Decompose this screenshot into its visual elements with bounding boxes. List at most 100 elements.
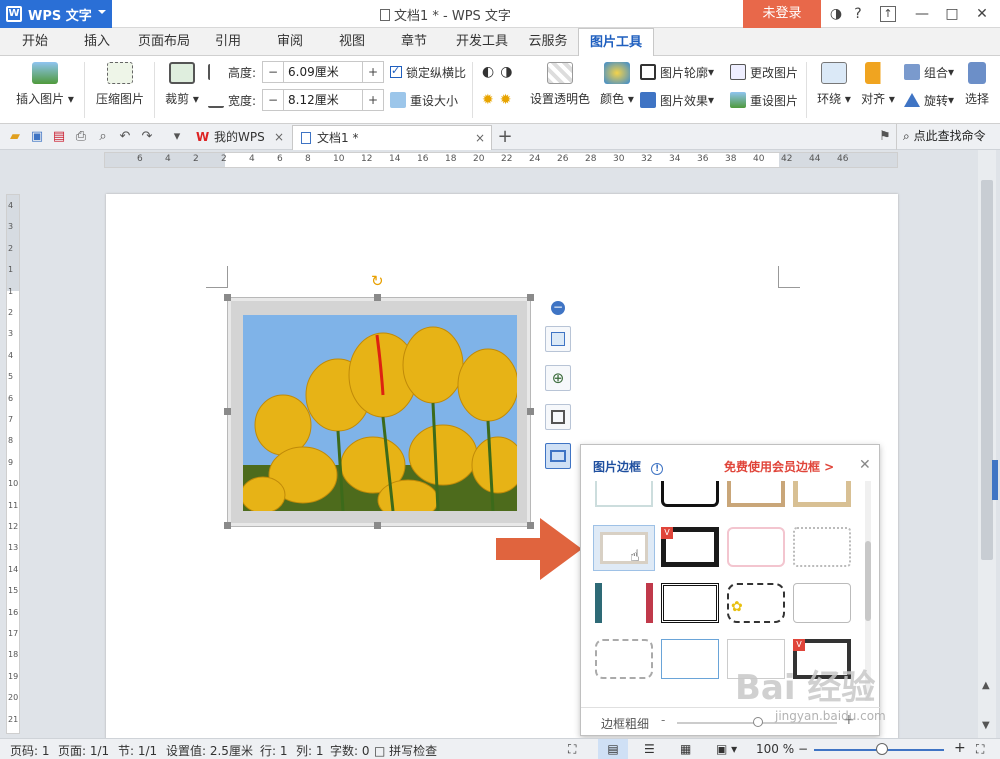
crop-button[interactable]: 裁剪 ▾ — [162, 62, 202, 107]
tab-cloud[interactable]: 云服务 — [524, 28, 572, 56]
tab-page-layout[interactable]: 页面布局 — [132, 28, 196, 56]
print-icon[interactable]: ⎙ — [72, 128, 90, 146]
login-button[interactable]: 未登录 — [743, 0, 821, 28]
help-button[interactable]: ? — [848, 4, 868, 24]
rotate-button[interactable]: 旋转 ▾ — [904, 90, 954, 110]
border-option[interactable] — [595, 481, 653, 507]
redo-icon[interactable]: ↷ — [138, 128, 156, 146]
border-option[interactable] — [661, 583, 719, 623]
scroll-up-icon[interactable]: ▲ — [982, 680, 990, 691]
zoom-slider-thumb[interactable] — [876, 743, 888, 755]
close-tab-icon[interactable]: × — [475, 126, 485, 150]
horizontal-ruler[interactable]: 6 4 2 2 4 6 8 10 12 14 16 18 20 22 24 26 28 30 32 34 36 38 40 4… — [104, 152, 898, 168]
brightness-decrease-icon[interactable]: ✹ — [500, 92, 512, 108]
outline-view-icon[interactable]: ☰ — [644, 742, 655, 756]
group-button[interactable]: 组合 ▾ — [904, 62, 954, 82]
close-icon[interactable]: ✕ — [972, 4, 992, 24]
lock-aspect-ratio-checkbox[interactable]: 锁定纵横比 — [390, 62, 466, 82]
border-option[interactable] — [793, 583, 851, 623]
picture-layout-tool[interactable] — [545, 326, 571, 352]
tab-view[interactable]: 视图 — [332, 28, 372, 56]
reset-picture-button[interactable]: 重设图片 — [730, 90, 798, 110]
align-button[interactable]: 对齐 ▾ — [858, 62, 898, 107]
selected-picture[interactable] — [227, 297, 531, 527]
border-option[interactable] — [793, 527, 851, 567]
insert-picture-button[interactable]: 插入图片 ▾ — [14, 62, 76, 107]
fullscreen-icon[interactable]: ⛶ — [568, 742, 576, 757]
border-option[interactable] — [661, 481, 719, 507]
maximize-icon[interactable]: □ — [942, 4, 962, 24]
border-option[interactable] — [661, 639, 719, 679]
open-icon[interactable]: ▰ — [6, 128, 24, 146]
select-button[interactable]: 选择 — [962, 62, 992, 107]
zoom-preview-tool[interactable]: ⊕ — [545, 365, 571, 391]
height-stepper[interactable]: − 6.09厘米 + — [262, 61, 384, 83]
border-option[interactable]: V — [661, 527, 719, 567]
new-tab-icon[interactable]: + — [496, 128, 514, 146]
zoom-out-button[interactable]: − — [798, 742, 808, 756]
zoom-in-button[interactable]: + — [954, 740, 966, 756]
close-icon[interactable]: ✕ — [859, 457, 871, 473]
height-input[interactable]: 6.09厘米 — [283, 62, 363, 82]
resize-handle[interactable] — [374, 522, 381, 529]
height-decrease-button[interactable]: − — [263, 62, 283, 82]
border-option[interactable] — [595, 639, 653, 679]
tab-references[interactable]: 引用 — [208, 28, 248, 56]
width-stepper[interactable]: − 8.12厘米 + — [262, 89, 384, 111]
save-icon[interactable]: ▣ — [28, 128, 46, 146]
scroll-thumb[interactable] — [981, 180, 993, 560]
restore-ribbon-icon[interactable]: ↑ — [880, 6, 896, 22]
scroll-down-icon[interactable]: ▼ — [982, 720, 990, 731]
minimize-icon[interactable]: — — [912, 4, 932, 24]
picture-border-tool[interactable] — [545, 443, 571, 469]
search-command[interactable]: ⌕ 点此查找命令 — [896, 124, 986, 150]
tab-chapter[interactable]: 章节 — [394, 28, 434, 56]
zoom-level[interactable]: 100 % — [756, 742, 794, 756]
picture-effect-button[interactable]: 图片效果 ▾ — [640, 90, 714, 110]
web-view-icon[interactable]: ▦ — [680, 742, 691, 756]
undo-icon[interactable]: ↶ — [116, 128, 134, 146]
tab-my-wps[interactable]: W 我的WPS × — [190, 125, 290, 150]
tab-review[interactable]: 审阅 — [270, 28, 310, 56]
skin-icon[interactable]: ◑ — [826, 4, 846, 24]
resize-handle[interactable] — [374, 294, 381, 301]
contrast-increase-icon[interactable]: ◐ — [482, 64, 494, 80]
border-option[interactable] — [727, 481, 785, 507]
vertical-ruler[interactable]: 4 3 2 1 1 2 3 4 5 6 7 8 9 10 11 12 13 14 15 16 17 18 19 20 21 — [6, 194, 20, 734]
thickness-decrease-button[interactable]: - — [661, 713, 665, 727]
compress-picture-button[interactable]: 压缩图片 — [94, 62, 146, 107]
color-button[interactable]: 颜色 ▾ — [598, 62, 636, 107]
width-decrease-button[interactable]: − — [263, 90, 283, 110]
tab-home[interactable]: 开始 — [10, 28, 60, 56]
border-option[interactable] — [595, 583, 653, 623]
border-option-selected[interactable]: ☝ — [593, 525, 655, 571]
contrast-decrease-icon[interactable]: ◑ — [500, 64, 512, 80]
reset-size-button[interactable]: 重设大小 — [390, 90, 458, 110]
resize-handle[interactable] — [224, 294, 231, 301]
contrast-buttons[interactable]: ◐ ◑ — [482, 62, 512, 82]
side-panel-toggle[interactable] — [992, 460, 998, 500]
wps-app-menu-button[interactable]: W WPS 文字 — [0, 0, 112, 28]
zoom-options-icon[interactable]: ⛶ — [976, 742, 984, 757]
tab-document1[interactable]: 文档1 * × — [292, 125, 492, 150]
brightness-increase-icon[interactable]: ✹ — [482, 92, 494, 108]
width-input[interactable]: 8.12厘米 — [283, 90, 363, 110]
print-preview-icon[interactable]: ⌕ — [94, 128, 112, 146]
close-tab-icon[interactable]: × — [274, 125, 284, 149]
page-view-icon[interactable]: ▤ — [598, 739, 628, 759]
vip-borders-link[interactable]: 免费使用会员边框 > — [724, 458, 834, 475]
brightness-buttons[interactable]: ✹ ✹ — [482, 90, 511, 110]
border-option[interactable]: ✿ — [727, 583, 785, 623]
wrap-button[interactable]: 环绕 ▾ — [814, 62, 854, 107]
spell-check-toggle[interactable]: □ 拼写检查 — [374, 742, 437, 759]
resize-handle[interactable] — [527, 294, 534, 301]
collapse-tools-icon[interactable]: − — [551, 301, 565, 315]
rotate-handle-icon[interactable]: ↻ — [371, 272, 384, 290]
border-option[interactable] — [793, 481, 851, 507]
resize-handle[interactable] — [224, 408, 231, 415]
tab-picture-tools[interactable]: 图片工具 — [578, 28, 654, 57]
resize-handle[interactable] — [527, 408, 534, 415]
quick-access-dropdown-icon[interactable]: ▾ — [168, 128, 186, 146]
tab-developer[interactable]: 开发工具 — [452, 28, 512, 56]
tab-insert[interactable]: 插入 — [72, 28, 122, 56]
